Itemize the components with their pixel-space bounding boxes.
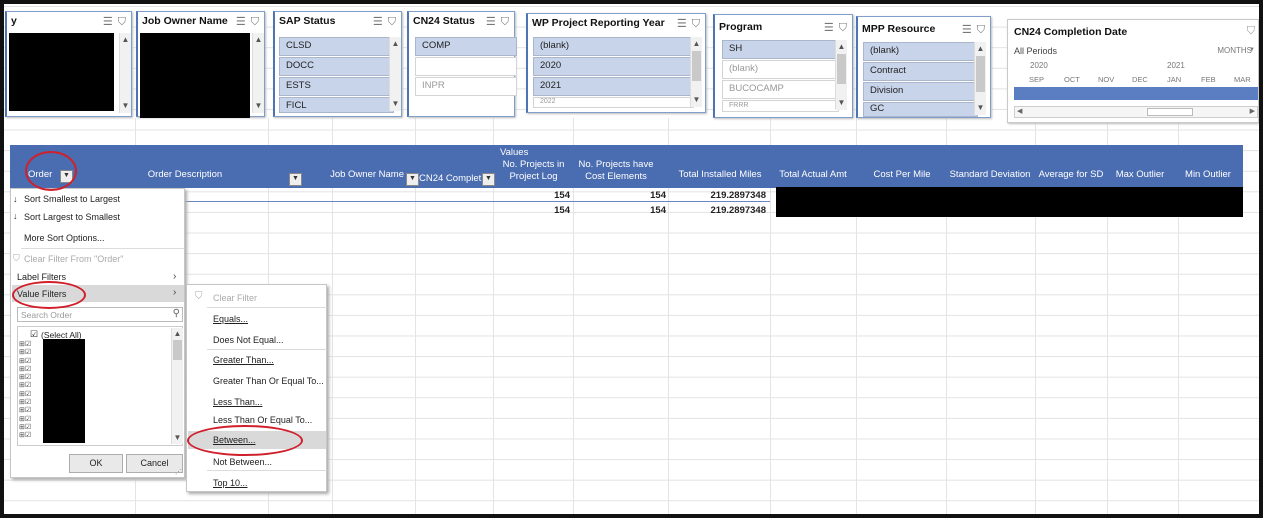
window-frame <box>0 0 1263 518</box>
